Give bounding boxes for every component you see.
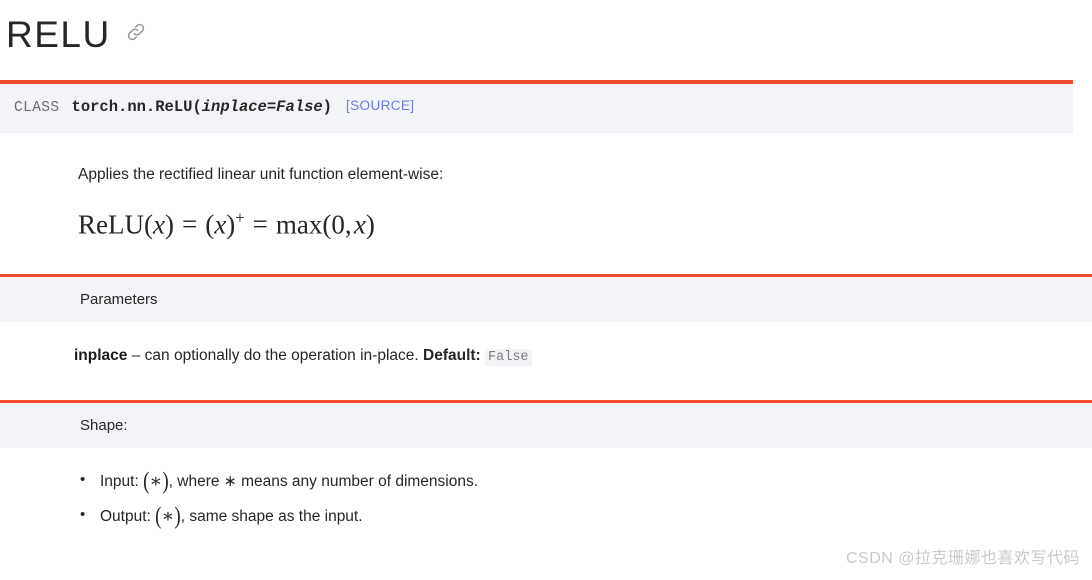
- csdn-watermark: CSDN @拉克珊娜也喜欢写代码: [845, 550, 1080, 567]
- shape-body: Input: (∗), where ∗ means any number of …: [0, 448, 1092, 528]
- formula-fn-name: ReLU: [78, 209, 144, 240]
- description-text: Applies the rectified linear unit functi…: [78, 165, 444, 183]
- shape-output-math: (∗): [155, 502, 181, 530]
- class-signature-block: CLASS torch.nn.ReLU(inplace=False) [SOURCE…: [0, 80, 1073, 133]
- math-asterisk: ∗: [149, 471, 163, 493]
- math-asterisk: ∗: [161, 505, 175, 527]
- parameters-section: Parameters inplace – can optionally do t…: [0, 274, 1092, 368]
- main-content: Applies the rectified linear unit functi…: [0, 163, 1092, 242]
- parameters-body: inplace – can optionally do the operatio…: [0, 322, 1092, 368]
- shape-input-text: , where ∗ means any number of dimensions…: [168, 473, 479, 491]
- formula-group-variable: x: [214, 209, 227, 240]
- formula-equals-2: =: [252, 209, 268, 240]
- parameter-item-inplace: inplace – can optionally do the operatio…: [74, 344, 1092, 368]
- shape-input-label: Input:: [100, 473, 139, 491]
- class-keyword-label: CLASS: [14, 100, 60, 116]
- list-item: Input: (∗), where ∗ means any number of …: [74, 468, 1092, 495]
- formula-max-name: max: [275, 209, 323, 240]
- formula-max-close: ): [365, 209, 375, 240]
- source-link[interactable]: [SOURCE]: [346, 98, 414, 113]
- page-title: RELU: [6, 13, 111, 55]
- signature-open-paren: (: [192, 98, 202, 116]
- formula-variable: x: [152, 209, 165, 240]
- link-chain-icon[interactable]: [125, 21, 147, 43]
- page-header: RELU: [0, 0, 1092, 58]
- formula-close-paren: ): [164, 209, 174, 240]
- parameter-name: inplace: [74, 347, 128, 365]
- parameter-description: can optionally do the operation in-place…: [144, 347, 419, 365]
- shape-output-text: , same shape as the input.: [180, 507, 363, 525]
- class-signature-line: CLASS torch.nn.ReLU(inplace=False) [SOURCE…: [14, 96, 1073, 119]
- shape-output-label: Output:: [100, 507, 151, 525]
- shape-list: Input: (∗), where ∗ means any number of …: [74, 468, 1092, 530]
- parameter-default-label: Default:: [423, 347, 481, 365]
- formula-group-close: ): [226, 209, 236, 240]
- parameter-default-value: False: [485, 349, 532, 367]
- shape-heading: Shape:: [0, 400, 1092, 449]
- parameter-dash: –: [131, 347, 141, 365]
- shape-input-math: (∗): [143, 468, 169, 495]
- class-qualified-name: torch.nn.ReLU: [71, 98, 193, 116]
- formula-max-zero: 0,: [331, 209, 352, 240]
- signature-close-paren: ): [322, 98, 332, 116]
- formula-open-paren: (: [143, 209, 153, 240]
- formula-equals-1: =: [181, 209, 198, 240]
- signature-parameter: inplace=False: [201, 98, 323, 116]
- parameters-heading: Parameters: [0, 274, 1092, 323]
- shape-section: Shape: Input: (∗), where ∗ means any num…: [0, 400, 1092, 528]
- formula-superscript-plus: +: [235, 207, 245, 227]
- formula-max-variable: x: [353, 209, 366, 240]
- formula-group-open: (: [205, 209, 215, 240]
- relu-formula: ReLU(x) = (x)+ = max(0, x): [78, 208, 1074, 242]
- list-item: Output: (∗), same shape as the input.: [74, 502, 1092, 530]
